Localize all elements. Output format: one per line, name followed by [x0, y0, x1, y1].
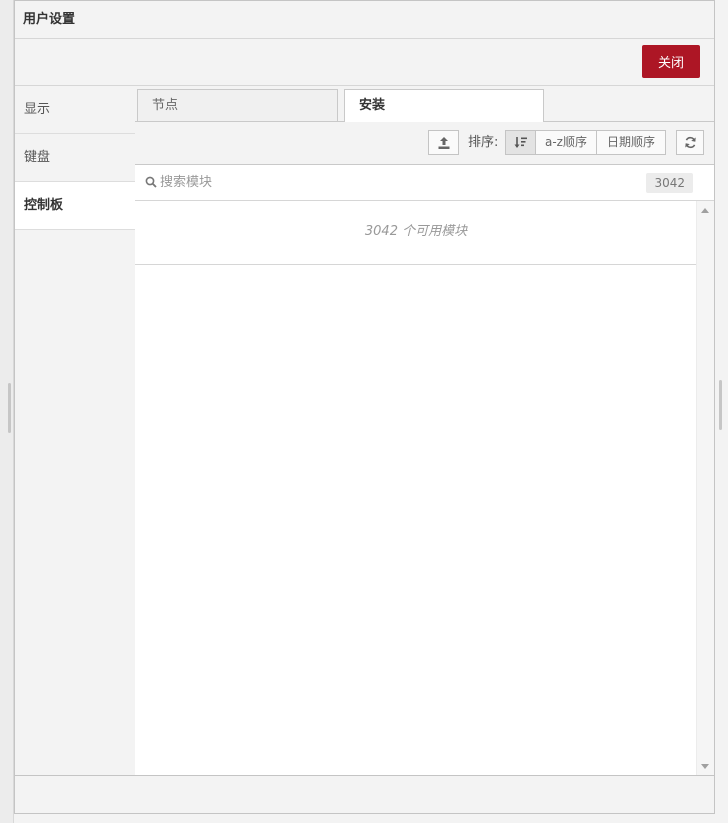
sort-date-button[interactable]: 日期顺序: [596, 130, 666, 155]
close-button[interactable]: 关闭: [642, 45, 700, 78]
install-toolbar: 排序: a-z顺序 日期顺序: [135, 122, 714, 165]
upload-button[interactable]: [428, 130, 459, 155]
module-search-bar: 3042: [135, 165, 714, 201]
module-summary-row: 3042 个可用模块: [135, 201, 697, 265]
search-icon: [145, 176, 157, 188]
panel-resize-handle[interactable]: [719, 380, 722, 430]
scroll-up-icon[interactable]: [701, 208, 709, 213]
sort-relevance-icon: [514, 137, 527, 148]
upload-icon: [438, 137, 449, 149]
module-list: 3042 个可用模块: [135, 201, 697, 776]
sort-relevance-button[interactable]: [505, 130, 536, 155]
palette-manager: 节点 安装 排序: a-z顺序 日期顺序 搜索模块 3042 3042 个可用模…: [135, 86, 714, 776]
refresh-icon: [684, 136, 696, 149]
refresh-button[interactable]: [676, 130, 704, 155]
module-count-badge: 3042: [646, 173, 693, 193]
dialog-footer: [15, 775, 714, 813]
tab-install[interactable]: 安装: [344, 89, 544, 122]
module-list-scrollbar[interactable]: [696, 201, 714, 776]
sort-label: 排序:: [468, 135, 499, 150]
search-input[interactable]: [160, 171, 640, 193]
settings-sidebar: 显示 键盘 控制板: [15, 86, 136, 776]
palette-tabs: 节点 安装: [135, 86, 714, 122]
dialog-button-bar: 关闭: [15, 39, 714, 86]
sidebar-item-keyboard[interactable]: 键盘: [15, 134, 135, 182]
editor-background-left: [0, 0, 14, 823]
sidebar-item-view[interactable]: 显示: [15, 86, 135, 134]
sort-az-button[interactable]: a-z顺序: [535, 130, 597, 155]
scroll-down-icon[interactable]: [701, 764, 709, 769]
user-settings-dialog: 用户设置 关闭 显示 键盘 控制板 节点 安装 排序: a-z顺序 日期顺序 搜…: [14, 0, 715, 814]
sidebar-resize-handle[interactable]: [8, 383, 11, 433]
sidebar-item-palette[interactable]: 控制板: [15, 182, 136, 230]
tab-nodes[interactable]: 节点: [137, 89, 338, 121]
dialog-title: 用户设置: [15, 1, 714, 39]
